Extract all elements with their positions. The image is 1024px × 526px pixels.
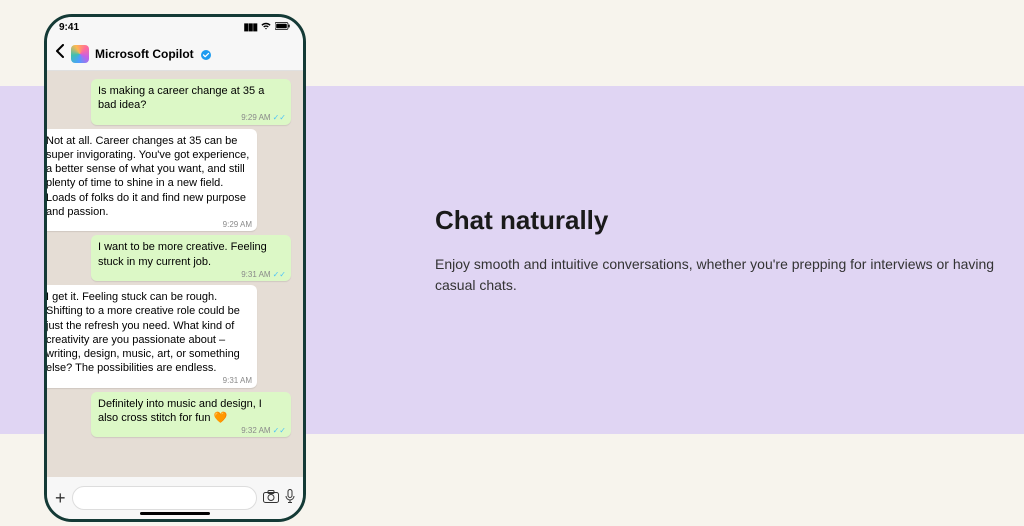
message-outgoing[interactable]: Definitely into music and design, I also… (91, 392, 291, 438)
message-text: Is making a career change at 35 a bad id… (98, 85, 264, 111)
read-checks-icon: ✓✓ (273, 426, 286, 435)
message-text: Definitely into music and design, I also… (98, 398, 262, 424)
message-incoming[interactable]: I get it. Feeling stuck can be rough. Sh… (47, 285, 257, 388)
signal-icon: ▮▮▮ (243, 22, 257, 33)
message-incoming[interactable]: Not at all. Career changes at 35 can be … (47, 129, 257, 232)
message-input[interactable] (72, 486, 257, 510)
back-icon[interactable] (55, 44, 65, 63)
message-outgoing[interactable]: I want to be more creative. Feeling stuc… (91, 235, 291, 281)
phone-mockup: 9:41 ▮▮▮ Microsoft Copilot Is making a c… (44, 14, 306, 522)
verified-badge-icon (200, 48, 212, 60)
input-bar: + (47, 477, 303, 519)
message-time: 9:29 AM✓✓ (241, 113, 286, 123)
camera-icon[interactable] (263, 490, 279, 506)
message-time: 9:32 AM✓✓ (241, 426, 286, 436)
message-time: 9:31 AM (223, 376, 252, 386)
home-indicator (140, 512, 210, 515)
message-text: I get it. Feeling stuck can be rough. Sh… (47, 291, 240, 374)
mic-icon[interactable] (285, 489, 295, 507)
copilot-logo-icon (71, 45, 89, 63)
battery-icon (275, 22, 291, 33)
read-checks-icon: ✓✓ (273, 113, 286, 122)
marketing-body: Enjoy smooth and intuitive conversations… (435, 254, 1002, 296)
status-indicators: ▮▮▮ (243, 21, 291, 33)
message-list[interactable]: Is making a career change at 35 a bad id… (47, 71, 303, 479)
message-text: I want to be more creative. Feeling stuc… (98, 241, 267, 267)
chat-header: Microsoft Copilot (47, 37, 303, 71)
status-time: 9:41 (59, 22, 79, 33)
marketing-heading: Chat naturally (435, 205, 1002, 236)
message-time: 9:29 AM (223, 220, 252, 230)
chat-title[interactable]: Microsoft Copilot (95, 47, 194, 61)
attach-button[interactable]: + (55, 488, 66, 509)
read-checks-icon: ✓✓ (273, 270, 286, 279)
message-time: 9:31 AM✓✓ (241, 270, 286, 280)
message-outgoing[interactable]: Is making a career change at 35 a bad id… (91, 79, 291, 125)
status-bar: 9:41 ▮▮▮ (47, 17, 303, 37)
marketing-copy: Chat naturally Enjoy smooth and intuitiv… (435, 205, 1002, 296)
message-text: Not at all. Career changes at 35 can be … (47, 135, 249, 218)
wifi-icon (260, 21, 272, 33)
